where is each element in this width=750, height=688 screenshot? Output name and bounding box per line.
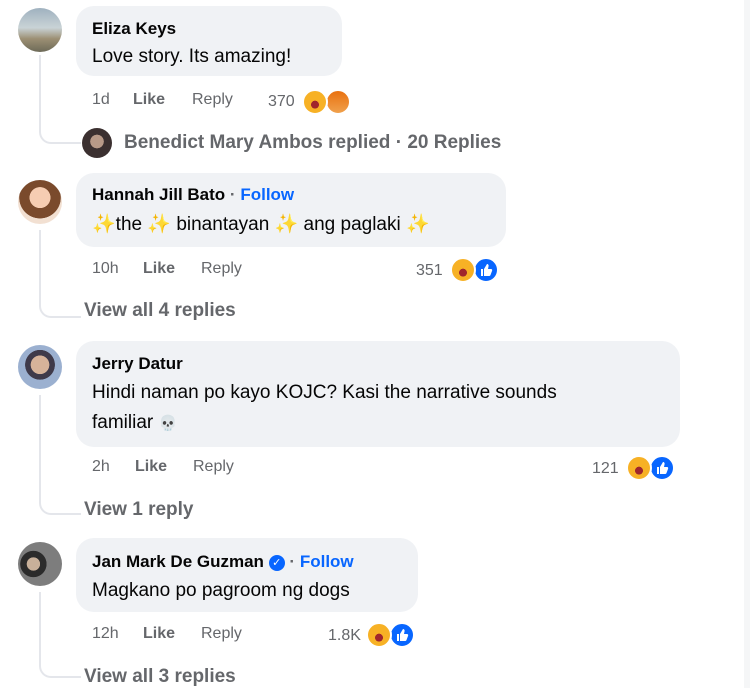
scrollbar[interactable] [744,0,750,688]
comment-bubble: Jerry Datur Hindi naman po kayo KOJC? Ka… [76,341,680,447]
skull-icon: 💀 [158,415,178,432]
avatar[interactable] [18,8,62,52]
sparkles-icon: ✨ [92,214,116,235]
sparkles-icon: ✨ [147,214,172,235]
sparkles-icon: ✨ [406,214,430,235]
haha-reaction-icon[interactable] [450,257,476,283]
like-button[interactable]: Like [143,260,175,278]
comment-text: Magkano po pagroom ng dogs [92,580,350,601]
verified-badge-icon: ✓ [268,554,285,571]
comment-bubble: Hannah Jill Bato · Follow ✨the ✨ binanta… [76,173,506,247]
haha-reaction-icon[interactable] [626,455,652,481]
view-replies-link[interactable]: View 1 reply [84,499,194,521]
comment-text-part: binantayan [176,214,270,235]
comment-author[interactable]: Jan Mark De Guzman [92,552,264,571]
like-button[interactable]: Like [135,458,167,476]
reaction-count[interactable]: 351 [416,262,443,280]
separator-dot: · [229,185,236,204]
comment-text-part: the [115,214,143,235]
comment-time[interactable]: 10h [92,260,119,278]
follow-button[interactable]: Follow [240,185,294,204]
view-replies-link[interactable]: View all 4 replies [84,300,236,322]
thread-connector [39,592,81,678]
thread-connector [39,395,81,515]
separator-dot: · [289,552,296,571]
like-button[interactable]: Like [133,91,165,109]
avatar[interactable] [18,345,62,389]
comment-bubble: Eliza Keys Love story. Its amazing! [76,6,342,76]
reaction-count[interactable]: 370 [268,93,295,111]
reply-count[interactable]: 20 Replies [407,132,501,153]
reaction-count[interactable]: 121 [592,460,619,478]
comment-author-line: Jan Mark De Guzman ✓ · Follow [92,552,354,572]
replies-summary-link[interactable]: Benedict Mary Ambos replied · 20 Replies [124,132,501,154]
comment-text: Hindi naman po kayo KOJC? Kasi the narra… [92,382,557,403]
comment-text: Love story. Its amazing! [92,46,292,67]
view-replies-link[interactable]: View all 3 replies [84,666,236,688]
like-reaction-icon[interactable] [473,257,499,283]
avatar[interactable] [18,180,62,224]
comment-author[interactable]: Eliza Keys [92,19,176,39]
thread-connector [39,230,81,318]
comment-time[interactable]: 2h [92,458,110,476]
comment-author[interactable]: Hannah Jill Bato [92,185,225,204]
thread-line [39,55,41,120]
comment-author-line: Hannah Jill Bato · Follow [92,185,294,205]
haha-reaction-icon[interactable] [302,89,328,115]
comment-text-part: ang paglaki [303,214,401,235]
haha-reaction-icon[interactable] [366,622,392,648]
reply-button[interactable]: Reply [201,625,242,643]
comment-time[interactable]: 1d [92,91,110,109]
comment-bubble: Jan Mark De Guzman ✓ · Follow Magkano po… [76,538,418,612]
like-reaction-icon[interactable] [389,622,415,648]
like-button[interactable]: Like [143,625,175,643]
reply-button[interactable]: Reply [201,260,242,278]
replier-name[interactable]: Benedict Mary Ambos replied [124,132,390,153]
follow-button[interactable]: Follow [300,552,354,571]
angry-reaction-icon[interactable] [325,89,351,115]
reply-button[interactable]: Reply [193,458,234,476]
sparkles-icon: ✨ [274,214,299,235]
avatar[interactable] [18,542,62,586]
separator-dot: · [395,132,403,153]
thread-connector [39,118,81,144]
replier-avatar[interactable] [82,128,112,158]
comment-text: familiar [92,412,154,433]
like-reaction-icon[interactable] [649,455,675,481]
comment-text-line2: familiar 💀 [92,408,177,439]
comment-text: ✨the ✨ binantayan ✨ ang paglaki ✨ [92,210,430,240]
reaction-count[interactable]: 1.8K [328,627,361,645]
reply-button[interactable]: Reply [192,91,233,109]
comment-time[interactable]: 12h [92,625,119,643]
comment-author[interactable]: Jerry Datur [92,354,183,374]
